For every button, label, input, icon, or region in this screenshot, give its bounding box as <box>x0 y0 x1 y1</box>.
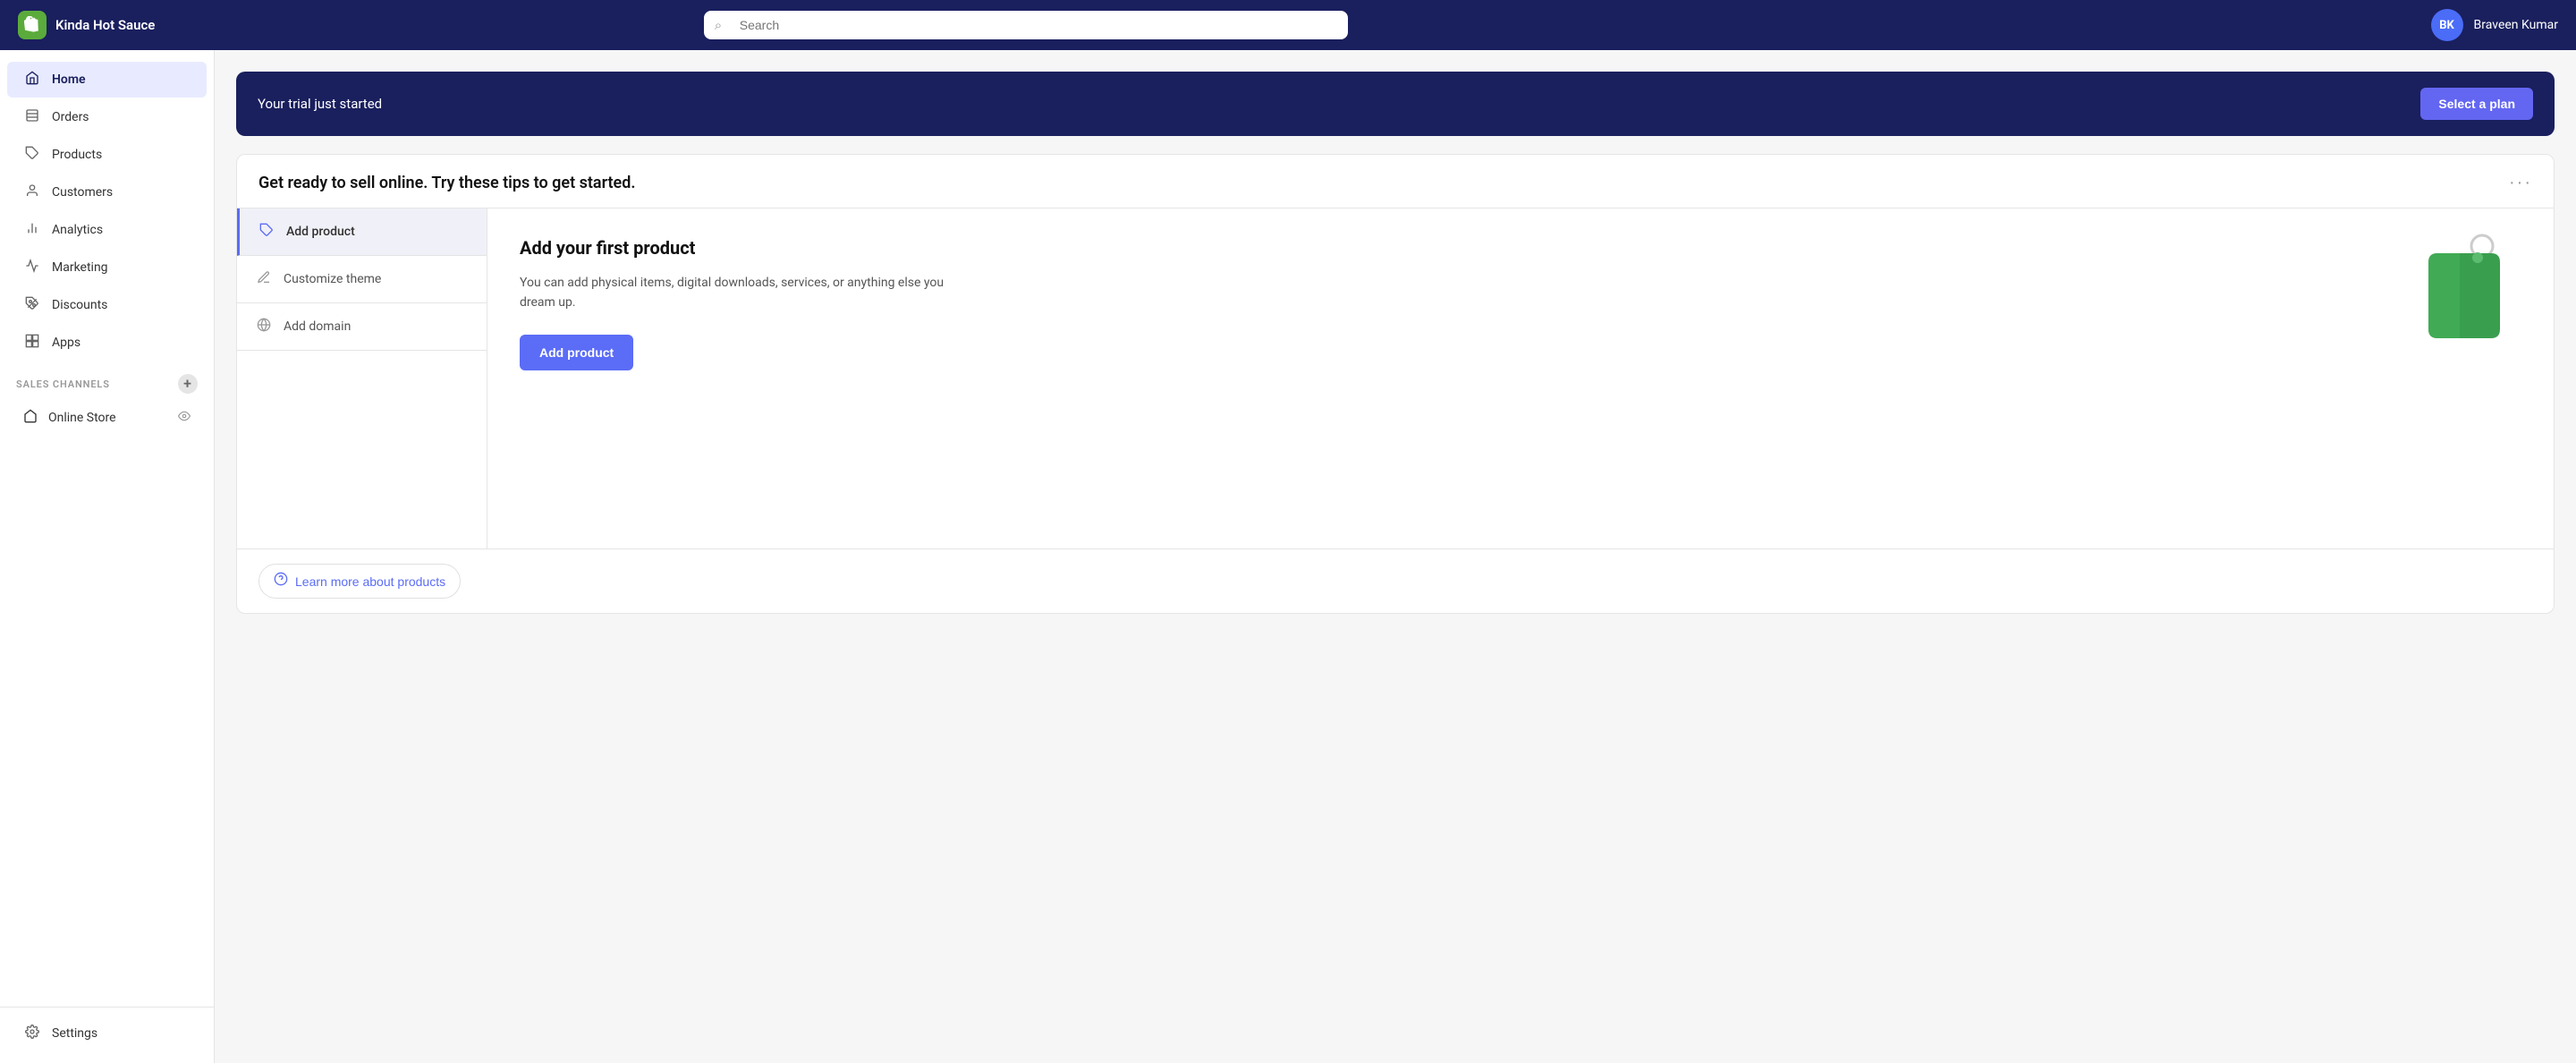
search-icon: ⌕ <box>715 17 722 33</box>
sidebar-orders-label: Orders <box>52 110 89 124</box>
brand-name: Kinda Hot Sauce <box>55 17 155 33</box>
sidebar-item-customers[interactable]: Customers <box>7 174 207 210</box>
search-container: ⌕ <box>704 11 1348 39</box>
product-illustration <box>2411 226 2518 343</box>
online-store-label: Online Store <box>48 411 167 425</box>
settings-icon <box>23 1025 41 1042</box>
brand[interactable]: Kinda Hot Sauce <box>18 11 155 39</box>
tips-title: Get ready to sell online. Try these tips… <box>258 174 635 192</box>
sidebar-item-settings[interactable]: Settings <box>7 1016 207 1051</box>
sidebar-analytics-label: Analytics <box>52 223 103 237</box>
sidebar-item-analytics[interactable]: Analytics <box>7 212 207 248</box>
sidebar-products-label: Products <box>52 148 102 162</box>
products-icon <box>23 146 41 164</box>
more-options-button[interactable]: ··· <box>2509 173 2532 193</box>
help-icon <box>274 572 288 591</box>
topnav-right: BK Braveen Kumar <box>2431 9 2558 41</box>
tips-list: Add product Customize theme Add domain <box>237 208 487 549</box>
visibility-icon[interactable] <box>178 410 191 426</box>
shopify-logo-icon <box>18 11 47 39</box>
main-content: Your trial just started Select a plan Ge… <box>215 50 2576 1063</box>
tip-item-add-product[interactable]: Add product <box>237 208 487 256</box>
sidebar: Home Orders Products Customers Analytics <box>0 50 215 1063</box>
sidebar-item-products[interactable]: Products <box>7 137 207 173</box>
online-store-icon <box>23 409 38 427</box>
customers-icon <box>23 183 41 201</box>
tips-header: Get ready to sell online. Try these tips… <box>237 155 2554 208</box>
tip-item-add-domain[interactable]: Add domain <box>237 303 487 351</box>
marketing-icon <box>23 259 41 276</box>
sidebar-discounts-label: Discounts <box>52 298 107 312</box>
learn-more-button[interactable]: Learn more about products <box>258 564 461 599</box>
add-sales-channel-button[interactable]: + <box>178 374 198 394</box>
username: Braveen Kumar <box>2474 18 2558 32</box>
sidebar-item-online-store[interactable]: Online Store <box>7 400 207 436</box>
apps-icon <box>23 334 41 352</box>
tip-detail-description: You can add physical items, digital down… <box>520 273 949 313</box>
sales-channels-section: SALES CHANNELS + <box>0 361 214 399</box>
sidebar-item-marketing[interactable]: Marketing <box>7 250 207 285</box>
learn-more-section: Learn more about products <box>237 549 2554 613</box>
sidebar-marketing-label: Marketing <box>52 260 108 275</box>
tip-detail-title: Add your first product <box>520 237 2521 259</box>
trial-text: Your trial just started <box>258 96 382 112</box>
learn-more-label: Learn more about products <box>295 574 445 589</box>
tip-customize-theme-label: Customize theme <box>284 272 381 286</box>
layout: Home Orders Products Customers Analytics <box>0 50 2576 1063</box>
orders-icon <box>23 108 41 126</box>
sidebar-customers-label: Customers <box>52 185 113 200</box>
tips-card: Get ready to sell online. Try these tips… <box>236 154 2555 614</box>
top-navigation: Kinda Hot Sauce ⌕ BK Braveen Kumar <box>0 0 2576 50</box>
home-icon <box>23 71 41 89</box>
sidebar-bottom: Settings <box>0 1007 214 1052</box>
trial-banner: Your trial just started Select a plan <box>236 72 2555 136</box>
select-plan-button[interactable]: Select a plan <box>2420 88 2533 120</box>
sidebar-settings-label: Settings <box>52 1026 97 1041</box>
analytics-icon <box>23 221 41 239</box>
search-input[interactable] <box>704 11 1348 39</box>
tip-add-product-label: Add product <box>286 225 355 239</box>
sidebar-item-orders[interactable]: Orders <box>7 99 207 135</box>
add-product-button[interactable]: Add product <box>520 335 633 370</box>
tip-detail-panel: Add your first product You can add physi… <box>487 208 2554 549</box>
customize-icon <box>255 270 273 288</box>
tag-icon <box>258 223 275 241</box>
globe-icon <box>255 318 273 336</box>
sidebar-apps-label: Apps <box>52 336 80 350</box>
sidebar-item-apps[interactable]: Apps <box>7 325 207 361</box>
sidebar-item-discounts[interactable]: Discounts <box>7 287 207 323</box>
tip-add-domain-label: Add domain <box>284 319 351 334</box>
sidebar-home-label: Home <box>52 72 86 87</box>
tips-body: Add product Customize theme Add domain <box>237 208 2554 549</box>
sales-channels-label: SALES CHANNELS <box>16 378 110 390</box>
sidebar-item-home[interactable]: Home <box>7 62 207 98</box>
tip-item-customize-theme[interactable]: Customize theme <box>237 256 487 303</box>
avatar[interactable]: BK <box>2431 9 2463 41</box>
discounts-icon <box>23 296 41 314</box>
